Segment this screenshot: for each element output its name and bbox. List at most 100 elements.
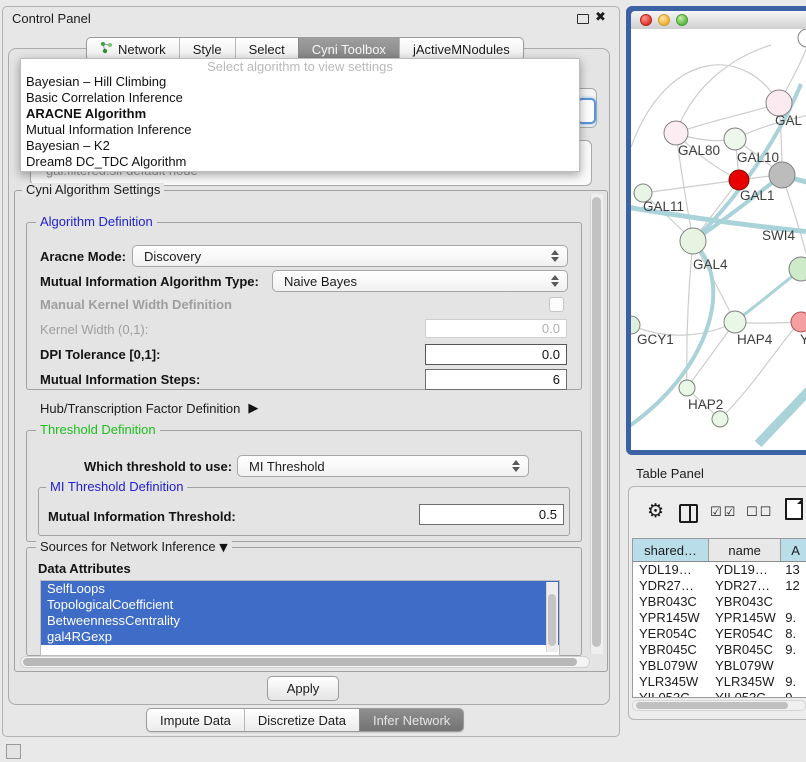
hub-definition-section[interactable]: Hub/Transcription Factor Definition ▶ <box>40 401 258 416</box>
expanded-arrow-icon[interactable]: ▼ <box>219 541 227 554</box>
table-cell[interactable]: YDR27… <box>709 578 781 594</box>
table-cell[interactable]: 8. <box>781 626 806 642</box>
column-header-name[interactable]: name <box>709 539 781 561</box>
table-cell[interactable]: YBL079W <box>709 658 781 674</box>
table-cell[interactable]: 9 <box>781 690 806 698</box>
network-node-y[interactable] <box>791 312 806 332</box>
which-threshold-select[interactable]: MI Threshold <box>237 455 529 477</box>
collapsed-panel-icon[interactable] <box>6 744 21 759</box>
bottom-tab-infer-network[interactable]: Infer Network <box>359 709 463 731</box>
table-cell[interactable]: YIL053C <box>633 690 709 698</box>
network-node[interactable] <box>712 411 728 427</box>
network-node-gal1[interactable] <box>729 170 749 190</box>
dpi-tolerance-field[interactable]: 0.0 <box>425 344 567 365</box>
table-row[interactable]: YDR27…YDR27…12 <box>633 578 806 594</box>
network-node-hap4[interactable] <box>724 311 746 333</box>
table-cell[interactable]: 13 <box>781 562 806 578</box>
table-cell[interactable]: YIL053C <box>709 690 781 698</box>
split-columns-icon[interactable] <box>679 504 698 523</box>
table-cell[interactable]: YPR145W <box>633 610 709 626</box>
dropdown-item-bayesian-hill-climbing[interactable]: Bayesian – Hill Climbing <box>21 74 579 90</box>
table-cell[interactable]: 9. <box>781 674 806 690</box>
table-row[interactable]: YER054CYER054C8. <box>633 626 806 642</box>
tab-style[interactable]: Style <box>179 38 235 60</box>
tab-cyni-toolbox[interactable]: Cyni Toolbox <box>298 38 399 60</box>
attributes-scrollbar[interactable] <box>546 582 558 652</box>
table-row[interactable]: YLR345WYLR345W9. <box>633 674 806 690</box>
table-cell[interactable]: YBL079W <box>633 658 709 674</box>
table-hscrollbar-thumb[interactable] <box>636 702 788 709</box>
settings-hscrollbar-thumb[interactable] <box>23 658 577 666</box>
bottom-tab-impute-data[interactable]: Impute Data <box>147 709 244 731</box>
tab-jactivemnodules[interactable]: jActiveMNodules <box>399 38 523 60</box>
network-node-gal80[interactable] <box>664 121 688 145</box>
table-cell[interactable]: YBR045C <box>709 642 781 658</box>
settings-scrollbar-thumb[interactable] <box>592 197 601 647</box>
dropdown-item-bayesian-k2[interactable]: Bayesian – K2 <box>21 138 579 154</box>
aracne-mode-select[interactable]: Discovery <box>132 245 568 267</box>
table-row[interactable]: YBR045CYBR045C9. <box>633 642 806 658</box>
close-traffic-light[interactable] <box>640 14 652 26</box>
bottom-tab-discretize-data[interactable]: Discretize Data <box>244 709 359 731</box>
table-cell[interactable]: YPR145W <box>709 610 781 626</box>
table-cell[interactable]: YLR345W <box>709 674 781 690</box>
table-row[interactable]: YDL19…YDL19…13 <box>633 562 806 578</box>
table-cell[interactable]: YLR345W <box>633 674 709 690</box>
table-horizontal-scrollbar[interactable] <box>632 700 806 711</box>
table-cell[interactable]: YDL19… <box>709 562 781 578</box>
network-edge <box>643 180 739 193</box>
table-cell[interactable]: YBR045C <box>633 642 709 658</box>
attribute-item-selfloops[interactable]: SelfLoops <box>41 581 559 597</box>
attributes-scrollbar-thumb[interactable] <box>548 594 556 646</box>
table-row[interactable]: YPR145WYPR145W9. <box>633 610 806 626</box>
table-cell[interactable]: 9. <box>781 610 806 626</box>
mi-threshold-field[interactable]: 0.5 <box>419 504 564 525</box>
network-node-hap2[interactable] <box>679 380 695 396</box>
mi-algorithm-type-select[interactable]: Naive Bayes <box>272 270 568 292</box>
table-cell[interactable]: 9. <box>781 642 806 658</box>
table-row[interactable]: YIL053CYIL053C9 <box>633 690 806 698</box>
manual-kernel-checkbox[interactable] <box>549 297 564 312</box>
close-icon[interactable]: ✖ <box>595 10 606 25</box>
network-canvas[interactable]: GALGAL80GAL10GAL1GAL11GAL4SWI4GCY1HAP4YH… <box>631 29 806 450</box>
new-document-icon[interactable] <box>785 498 803 520</box>
dropdown-item-aracne-algorithm[interactable]: ARACNE Algorithm <box>21 106 579 122</box>
table-cell[interactable] <box>781 658 806 674</box>
dropdown-item-dream8-dc-tdc-algorithm[interactable]: Dream8 DC_TDC Algorithm <box>21 154 579 170</box>
tab-select[interactable]: Select <box>235 38 298 60</box>
table-cell[interactable]: YER054C <box>709 626 781 642</box>
attribute-item-betweennesscentrality[interactable]: BetweennessCentrality <box>41 613 559 629</box>
attribute-item-topologicalcoefficient[interactable]: TopologicalCoefficient <box>41 597 559 613</box>
settings-horizontal-scrollbar[interactable] <box>20 656 590 668</box>
network-node-gal4[interactable] <box>680 228 706 254</box>
table-cell[interactable]: YER054C <box>633 626 709 642</box>
network-node[interactable] <box>798 29 806 47</box>
table-row[interactable]: YBL079WYBL079W <box>633 658 806 674</box>
select-all-checkboxes-icon[interactable]: ☑☑ <box>710 505 737 520</box>
network-node[interactable] <box>769 162 795 188</box>
table-row[interactable]: YBR043CYBR043C <box>633 594 806 610</box>
network-node-gal10[interactable] <box>724 128 746 150</box>
table-cell[interactable]: YDL19… <box>633 562 709 578</box>
collapsed-arrow-icon[interactable]: ▶ <box>248 401 258 416</box>
minimize-traffic-light[interactable] <box>658 14 670 26</box>
settings-vertical-scrollbar[interactable] <box>590 194 603 654</box>
mi-steps-field[interactable]: 6 <box>425 369 567 390</box>
settings-gear-icon[interactable]: ⚙ <box>647 500 664 522</box>
table-cell[interactable] <box>781 594 806 610</box>
dropdown-item-basic-correlation-inference[interactable]: Basic Correlation Inference <box>21 90 579 106</box>
zoom-traffic-light[interactable] <box>676 14 688 26</box>
table-cell[interactable]: YBR043C <box>709 594 781 610</box>
table-cell[interactable]: YDR27… <box>633 578 709 594</box>
table-cell[interactable]: 12 <box>781 578 806 594</box>
kernel-width-field[interactable]: 0.0 <box>425 319 567 338</box>
table-cell[interactable]: YBR043C <box>633 594 709 610</box>
apply-button[interactable]: Apply <box>267 676 339 701</box>
tab-network[interactable]: Network <box>87 38 179 60</box>
column-header-a[interactable]: A <box>781 539 806 561</box>
attribute-item-gal4rgexp[interactable]: gal4RGexp <box>41 629 559 645</box>
float-panel-icon[interactable] <box>577 14 589 24</box>
deselect-all-checkboxes-icon[interactable]: ☐☐ <box>746 505 773 520</box>
column-header-shared[interactable]: shared… <box>633 539 709 561</box>
dropdown-item-mutual-information-inference[interactable]: Mutual Information Inference <box>21 122 579 138</box>
